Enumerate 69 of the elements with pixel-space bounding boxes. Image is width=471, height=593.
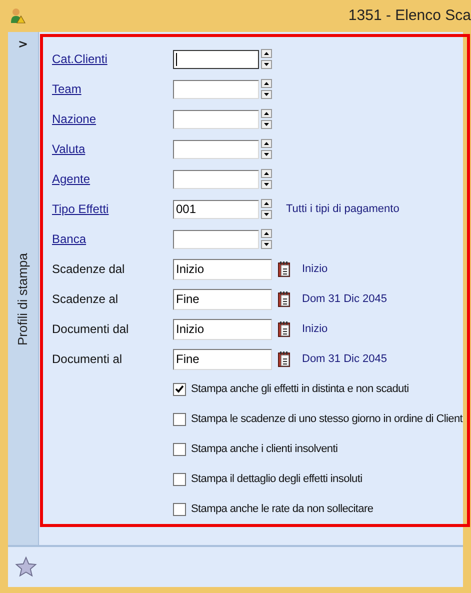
text-cursor bbox=[176, 52, 177, 66]
up-arrow-icon bbox=[264, 232, 269, 235]
checkbox[interactable] bbox=[173, 442, 186, 456]
checkmark-icon bbox=[175, 385, 184, 393]
spin-buttons[interactable] bbox=[261, 109, 272, 129]
field-description: Dom 31 Dic 2045 bbox=[302, 352, 387, 367]
down-arrow-icon bbox=[264, 63, 269, 66]
calendar-icon[interactable] bbox=[278, 291, 290, 307]
spin-buttons[interactable] bbox=[261, 139, 272, 159]
spin-buttons[interactable] bbox=[261, 79, 272, 99]
date-field[interactable]: Inizio bbox=[173, 318, 272, 340]
option-label[interactable]: Stampa il dettaglio degli effetti insoluti bbox=[191, 470, 362, 488]
side-panel-title[interactable]: Profili di stampa bbox=[13, 252, 33, 346]
up-arrow-icon bbox=[264, 142, 269, 145]
calendar-icon[interactable] bbox=[278, 321, 290, 337]
date-field[interactable]: Fine bbox=[173, 348, 272, 370]
lookup-field[interactable]: 001 bbox=[173, 200, 259, 218]
down-arrow-icon bbox=[264, 123, 269, 126]
field-label: Scadenze dal bbox=[52, 261, 126, 278]
field-description: Tutti i tipi di pagamento bbox=[286, 202, 400, 217]
down-arrow-icon bbox=[264, 213, 269, 216]
field-label: Scadenze al bbox=[52, 291, 120, 308]
up-arrow-icon bbox=[264, 82, 269, 85]
checkbox[interactable] bbox=[173, 412, 186, 426]
up-arrow-icon bbox=[264, 112, 269, 115]
field-label: Documenti al bbox=[52, 351, 124, 368]
lookup-field[interactable] bbox=[173, 80, 259, 98]
star-icon[interactable] bbox=[15, 556, 37, 578]
option-label[interactable]: Stampa le scadenze di uno stesso giorno in ordine di Client bbox=[191, 410, 463, 428]
lookup-field[interactable] bbox=[173, 170, 259, 188]
down-arrow-icon bbox=[264, 153, 269, 156]
up-arrow-icon bbox=[264, 202, 269, 205]
field-link[interactable]: Banca bbox=[52, 230, 173, 248]
field-link[interactable]: Team bbox=[52, 80, 173, 98]
spin-buttons[interactable] bbox=[261, 199, 272, 219]
date-field[interactable]: Fine bbox=[173, 288, 272, 310]
down-arrow-icon bbox=[264, 93, 269, 96]
option-label[interactable]: Stampa anche i clienti insolventi bbox=[191, 440, 338, 458]
app-icon bbox=[10, 8, 26, 24]
option-label[interactable]: Stampa anche le rate da non sollecitare bbox=[191, 500, 374, 518]
up-arrow-icon bbox=[264, 52, 269, 55]
expand-button[interactable]: > bbox=[18, 35, 28, 53]
window-title: 1351 - Elenco Sca bbox=[348, 6, 471, 26]
field-description: Inizio bbox=[302, 322, 328, 337]
checkbox[interactable] bbox=[173, 502, 186, 516]
lookup-field[interactable] bbox=[173, 50, 259, 68]
field-link[interactable]: Valuta bbox=[52, 140, 173, 158]
lookup-field[interactable] bbox=[173, 110, 259, 128]
down-arrow-icon bbox=[264, 183, 269, 186]
checkbox[interactable] bbox=[173, 382, 186, 396]
calendar-icon[interactable] bbox=[278, 261, 290, 277]
field-link[interactable]: Cat.Clienti bbox=[52, 50, 173, 68]
calendar-icon[interactable] bbox=[278, 351, 290, 367]
field-link[interactable]: Nazione bbox=[52, 110, 173, 128]
field-label: Documenti dal bbox=[52, 321, 130, 338]
lookup-field[interactable] bbox=[173, 230, 259, 248]
field-link[interactable]: Tipo Effetti bbox=[52, 200, 173, 218]
spin-buttons[interactable] bbox=[261, 49, 272, 69]
lookup-field[interactable] bbox=[173, 140, 259, 158]
spin-buttons[interactable] bbox=[261, 229, 272, 249]
field-description: Inizio bbox=[302, 262, 328, 277]
down-arrow-icon bbox=[264, 243, 269, 246]
field-link[interactable]: Agente bbox=[52, 170, 173, 188]
option-label[interactable]: Stampa anche gli effetti in distinta e non scaduti bbox=[191, 380, 409, 398]
field-description: Dom 31 Dic 2045 bbox=[302, 292, 387, 307]
spin-buttons[interactable] bbox=[261, 169, 272, 189]
up-arrow-icon bbox=[264, 172, 269, 175]
date-field[interactable]: Inizio bbox=[173, 258, 272, 280]
checkbox[interactable] bbox=[173, 472, 186, 486]
